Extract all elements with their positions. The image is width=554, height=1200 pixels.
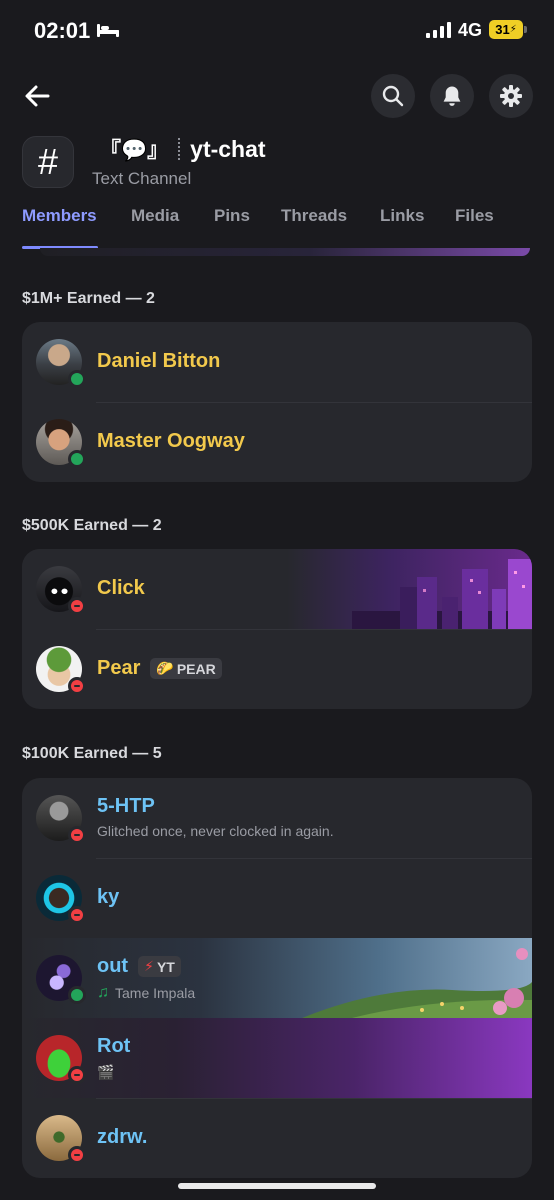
member-row[interactable]: Daniel Bitton [22,322,532,402]
search-icon [382,85,404,107]
music-note-icon: ♫ [97,984,109,1001]
profile-banner-purple [22,1018,532,1098]
member-name: ky [97,886,120,908]
network-type: 4G [458,20,483,40]
pear-tag-icon: 🌮 [156,660,174,677]
member-name: out ⚡ YT [97,955,181,978]
member-group-card: Click Pear 🌮 PEAR [22,549,532,709]
server-tag: ⚡ YT [138,956,181,978]
avatar [36,1115,86,1164]
status-time: 02:01 [34,18,91,43]
member-name: Click [97,577,145,599]
channel-tabs: Members Media Pins Threads Links Files [0,206,554,250]
server-tag: 🌮 PEAR [150,658,222,680]
channel-name: yt-chat [190,135,266,162]
previous-card-edge [40,248,530,256]
listening-activity: ♫ Tame Impala [97,984,196,1001]
avatar [36,646,86,695]
avatar [36,955,86,1004]
member-name: Daniel Bitton [97,350,221,372]
do-not-disturb-status-icon [68,1146,86,1164]
online-status-icon [68,450,86,468]
member-group-card: 5-HTP Glitched once, never clocked in ag… [22,778,532,1178]
member-group-card: Daniel Bitton Master Oogway [22,322,532,482]
status-bar: 02:01 4G 31 ⚡ [0,0,554,62]
lightning-tag-icon: ⚡ [144,958,154,975]
channel-name-divider [178,138,181,160]
member-name: 5-HTP [97,795,155,817]
avatar [36,1035,86,1084]
section-header: $500K Earned — 2 [22,517,162,534]
tab-links[interactable]: Links [380,206,424,226]
search-button[interactable] [371,74,415,118]
sleep-focus-icon [97,24,119,37]
tab-media[interactable]: Media [131,206,179,226]
member-row[interactable]: zdrw. [22,1098,532,1178]
hashtag-channel-icon: # [22,136,74,188]
avatar [36,339,86,388]
tab-threads[interactable]: Threads [281,206,347,226]
section-header: $1M+ Earned — 2 [22,290,155,307]
settings-button[interactable] [489,74,533,118]
avatar [36,875,86,924]
avatar [36,566,86,615]
home-indicator[interactable] [178,1183,376,1189]
avatar [36,795,86,844]
notifications-button[interactable] [430,74,474,118]
battery-level: 31 [495,22,510,37]
member-name: Master Oogway [97,430,245,452]
custom-status: Glitched once, never clocked in again. [97,823,334,839]
profile-banner-landscape [22,938,532,1018]
online-status-icon [68,986,86,1004]
member-row[interactable]: out ⚡ YT ♫ Tame Impala [22,938,532,1018]
tab-members[interactable]: Members [22,206,97,226]
do-not-disturb-status-icon [68,906,86,924]
member-name: Pear 🌮 PEAR [97,657,222,680]
member-name: Rot [97,1035,131,1057]
member-row[interactable]: ky [22,858,532,938]
gear-icon [500,85,522,107]
tab-pins[interactable]: Pins [214,206,250,226]
member-row[interactable]: 5-HTP Glitched once, never clocked in ag… [22,778,532,858]
channel-emoji-prefix: 『💬』 [100,139,169,162]
avatar [36,419,86,468]
channel-title: 『💬』 yt-chat [100,134,266,164]
do-not-disturb-status-icon [68,826,86,844]
member-row[interactable]: Master Oogway [22,402,532,482]
bell-icon [443,86,461,106]
do-not-disturb-status-icon [68,1066,86,1084]
clapper-board-icon: 🎬 [97,1064,115,1080]
do-not-disturb-status-icon [68,677,86,695]
tab-files[interactable]: Files [455,206,494,226]
online-status-icon [68,370,86,388]
channel-type-label: Text Channel [92,169,192,188]
do-not-disturb-status-icon [68,597,86,615]
back-arrow-icon[interactable] [20,78,56,114]
member-name: zdrw. [97,1126,148,1148]
section-header: $100K Earned — 5 [22,745,162,762]
member-row[interactable]: Pear 🌮 PEAR [22,629,532,709]
cellular-signal-icon [426,22,451,38]
battery-icon: 31 ⚡ [489,20,527,39]
member-row[interactable]: Rot 🎬 [22,1018,532,1098]
member-row[interactable]: Click [22,549,532,629]
